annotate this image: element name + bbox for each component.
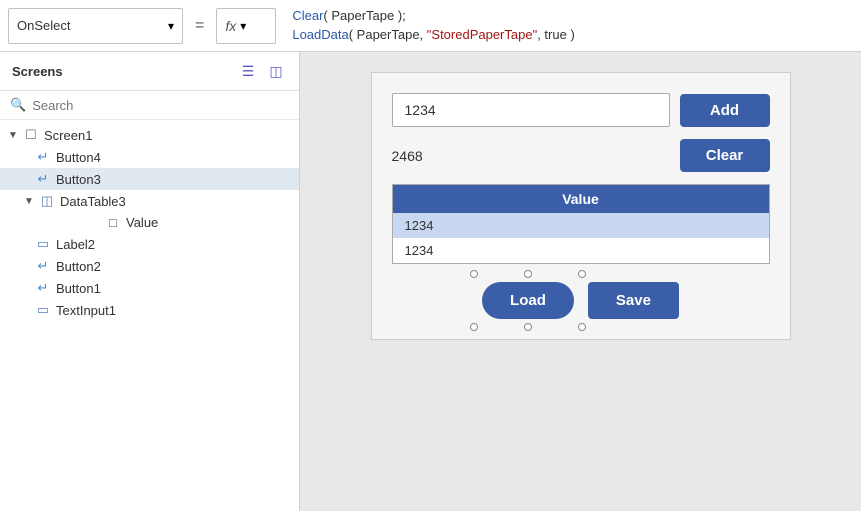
button3-label: Button3	[56, 172, 101, 187]
button2-label: Button2	[56, 259, 101, 274]
screen1-label: Screen1	[44, 128, 92, 143]
fx-chevron-icon	[240, 18, 246, 33]
button4-label: Button4	[56, 150, 101, 165]
sidebar-view-toggles: ☰ ◫	[237, 60, 287, 82]
save-button[interactable]: Save	[588, 282, 679, 319]
search-input[interactable]	[32, 98, 289, 113]
load-button-wrapper: Load	[482, 282, 574, 319]
sidebar-item-textinput1[interactable]: ▭ TextInput1	[0, 299, 299, 321]
formula-string-value: "StoredPaperTape"	[427, 27, 537, 42]
handle-bc	[524, 323, 532, 331]
table-header: Value	[393, 185, 769, 213]
sidebar: Screens ☰ ◫ 🔍 ▼ ☐ Screen1 ↵ Button4	[0, 52, 300, 511]
formula-loaddata-end: , true )	[537, 27, 575, 42]
handle-bl	[470, 323, 478, 331]
button4-icon: ↵	[34, 149, 52, 165]
table-row[interactable]: 1234	[393, 213, 769, 238]
input-add-row: Add	[392, 93, 770, 127]
formula-paren1: ( PaperTape );	[323, 8, 405, 23]
sidebar-title: Screens	[12, 64, 63, 79]
label2-label: Label2	[56, 237, 95, 252]
button2-icon: ↵	[34, 258, 52, 274]
grid-view-icon[interactable]: ◫	[265, 60, 287, 82]
search-icon: 🔍	[10, 97, 26, 113]
sidebar-item-value[interactable]: □ Value	[0, 212, 299, 233]
equals-symbol: =	[191, 17, 208, 35]
toolbar: OnSelect = fx Clear( PaperTape ); LoadDa…	[0, 0, 861, 52]
label-clear-row: 2468 Clear	[392, 139, 770, 172]
search-box: 🔍	[0, 91, 299, 120]
formula-bar[interactable]: Clear( PaperTape ); LoadData( PaperTape,…	[284, 7, 853, 43]
preview-panel: Add 2468 Clear Value 1234 1234 Load	[371, 72, 791, 340]
button1-label: Button1	[56, 281, 101, 296]
handle-tc	[524, 270, 532, 278]
sidebar-item-button3[interactable]: ↵ Button3	[0, 168, 299, 190]
running-total-label: 2468	[392, 148, 670, 164]
fx-dropdown[interactable]: fx	[216, 8, 276, 44]
fx-label: fx	[225, 18, 236, 34]
datatable3-label: DataTable3	[60, 194, 126, 209]
handle-tr	[578, 270, 586, 278]
sidebar-item-button2[interactable]: ↵ Button2	[0, 255, 299, 277]
paper-tape-input[interactable]	[392, 93, 670, 127]
canvas-area: Add 2468 Clear Value 1234 1234 Load	[300, 52, 861, 511]
tree-panel: ▼ ☐ Screen1 ↵ Button4 ↵ Button3 ▼ ◫	[0, 120, 299, 511]
main-area: Screens ☰ ◫ 🔍 ▼ ☐ Screen1 ↵ Button4	[0, 52, 861, 511]
sidebar-item-datatable3[interactable]: ▼ ◫ DataTable3	[0, 190, 299, 212]
formula-keyword-clear: Clear	[292, 8, 323, 23]
sidebar-item-button4[interactable]: ↵ Button4	[0, 146, 299, 168]
list-view-icon[interactable]: ☰	[237, 60, 259, 82]
value-label: Value	[126, 215, 158, 230]
textinput1-label: TextInput1	[56, 303, 116, 318]
screen-icon: ☐	[22, 127, 40, 143]
sidebar-item-screen1[interactable]: ▼ ☐ Screen1	[0, 124, 299, 146]
data-table: Value 1234 1234	[392, 184, 770, 264]
button3-icon: ↵	[34, 171, 52, 187]
clear-button[interactable]: Clear	[680, 139, 770, 172]
screen1-chevron: ▼	[8, 130, 18, 141]
handle-br	[578, 323, 586, 331]
sidebar-item-button1[interactable]: ↵ Button1	[0, 277, 299, 299]
handle-tl	[470, 270, 478, 278]
datatable3-icon: ◫	[38, 193, 56, 209]
add-button[interactable]: Add	[680, 94, 770, 127]
button1-icon: ↵	[34, 280, 52, 296]
sidebar-item-label2[interactable]: ▭ Label2	[0, 233, 299, 255]
value-checkbox-icon: □	[104, 215, 122, 230]
load-button[interactable]: Load	[482, 282, 574, 319]
label2-icon: ▭	[34, 236, 52, 252]
formula-loaddata-args: ( PaperTape,	[349, 27, 427, 42]
formula-keyword-loaddata: LoadData	[292, 27, 348, 42]
sidebar-header: Screens ☰ ◫	[0, 52, 299, 91]
onselect-label: OnSelect	[17, 18, 70, 33]
onselect-dropdown[interactable]: OnSelect	[8, 8, 183, 44]
textinput1-icon: ▭	[34, 302, 52, 318]
table-row[interactable]: 1234	[393, 238, 769, 263]
chevron-down-icon	[168, 18, 174, 33]
datatable3-chevron: ▼	[24, 196, 34, 207]
bottom-buttons-row: Load Save	[392, 276, 770, 319]
